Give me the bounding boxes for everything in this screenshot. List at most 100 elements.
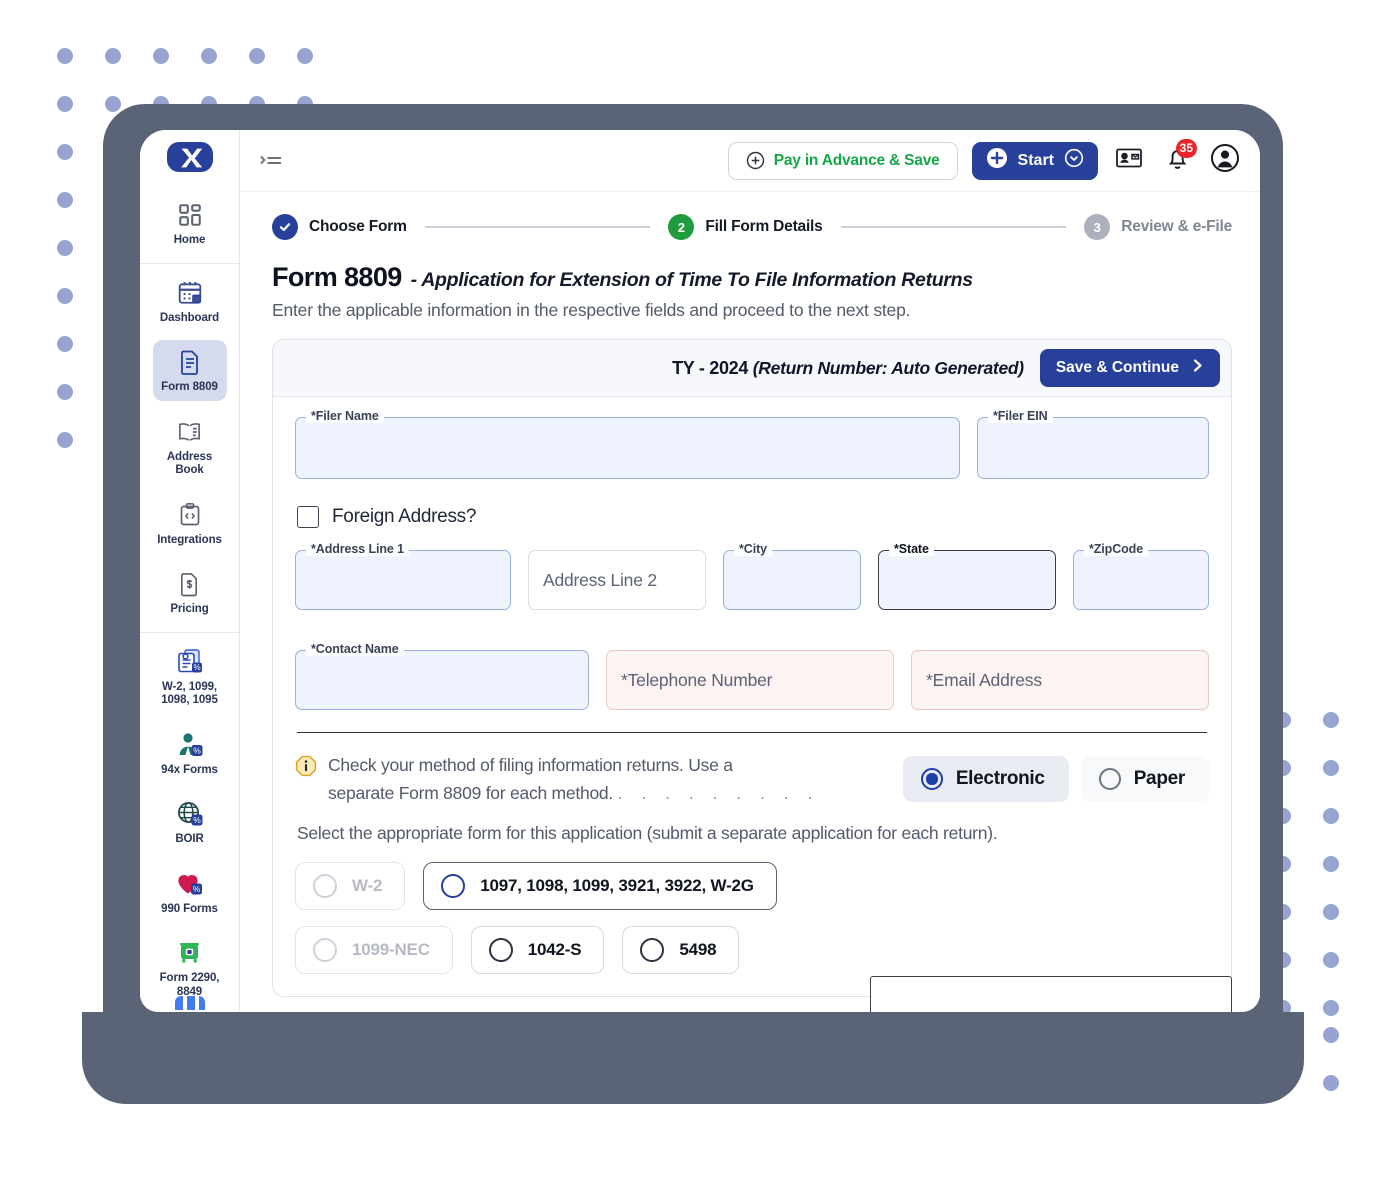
form-option-w2[interactable]: W-2 (295, 862, 406, 910)
telephone-number-field[interactable]: *Telephone Number (606, 650, 894, 710)
radio-paper-icon (1098, 768, 1121, 790)
svg-text:%: % (193, 663, 200, 672)
plus-filled-icon (986, 147, 1008, 174)
sidebar-item-label: W-2, 1099, 1098, 1095 (161, 680, 218, 707)
sidebar-item-address-book[interactable]: Address Book (153, 410, 227, 484)
section-divider (297, 732, 1207, 733)
step-choose-form[interactable]: Choose Form (272, 214, 407, 240)
calendar-tax-icon: % (177, 278, 203, 308)
sidebar-item-94x-forms[interactable]: % 94x Forms (153, 723, 227, 784)
form-selection-instruction: Select the appropriate form for this app… (297, 823, 998, 843)
sidebar-item-form-2290-8849[interactable]: Form 2290, 8849 (153, 931, 227, 1005)
sidebar-item-form-8809[interactable]: Form 8809 (152, 340, 227, 401)
foreign-address-checkbox[interactable] (297, 506, 319, 528)
step-badge-done (272, 214, 298, 240)
info-icon (295, 755, 317, 807)
foreign-address-row[interactable]: Foreign Address? (297, 506, 1209, 528)
sidebar-item-w2-1099-1098-1095[interactable]: % W-2, 1099, 1098, 1095 (153, 640, 227, 714)
city-label: *City (734, 542, 772, 556)
contact-name-field[interactable]: *Contact Name (295, 642, 589, 710)
form-option-label: 1099-NEC (352, 940, 430, 959)
menu-collapse-icon[interactable] (258, 148, 284, 174)
address-line-1-field[interactable]: *Address Line 1 (295, 542, 511, 610)
form-card: TY - 2024 (Return Number: Auto Generated… (272, 339, 1232, 997)
account-button[interactable] (1208, 144, 1242, 178)
svg-text:%: % (193, 294, 200, 303)
step-connector (424, 226, 651, 228)
filing-method-row: Check your method of filing information … (295, 751, 1209, 807)
step-badge-todo: 3 (1084, 214, 1111, 240)
notifications-button[interactable]: 35 (1160, 138, 1197, 178)
address-line-2-field[interactable]: Address Line 2 (528, 550, 706, 610)
address-row: *Address Line 1 Address Line 2 *City *St… (295, 542, 1209, 610)
sidebar-item-990-forms[interactable]: % 990 Forms (153, 862, 227, 923)
pay-in-advance-button[interactable]: Pay in Advance & Save (727, 141, 958, 180)
filing-method-electronic[interactable]: Electronic (902, 756, 1069, 802)
sidebar-item-label: Dashboard (159, 311, 220, 324)
radio-w2-icon (313, 874, 337, 898)
sidebar-item-pricing[interactable]: Pricing (153, 562, 227, 623)
contact-name-label: *Contact Name (306, 642, 404, 656)
address-line-1-label: *Address Line 1 (306, 542, 409, 556)
page-subtitle: - Application for Extension of Time To F… (410, 269, 973, 291)
form-option-label: 1042-S (527, 940, 582, 959)
start-button[interactable]: Start (971, 141, 1098, 180)
sidebar-item-integrations[interactable]: Integrations (153, 493, 227, 554)
state-field[interactable]: *State (878, 542, 1056, 610)
radio-1099nec-icon (313, 938, 337, 962)
sidebar: Home % Dashboard Form 8809 Address Book … (140, 130, 240, 1012)
form-option-label: W-2 (352, 876, 383, 895)
person-tax-icon: % (176, 730, 204, 760)
foreign-address-label: Foreign Address? (332, 506, 477, 527)
filer-row: *Filer Name *Filer EIN (295, 409, 1209, 479)
zipcode-field[interactable]: *ZipCode (1073, 542, 1209, 610)
truncated-input-field[interactable] (870, 976, 1232, 1012)
truck-tax-icon (176, 938, 204, 968)
step-connector (840, 226, 1067, 228)
form-card-body: *Filer Name *Filer EIN Foreign Address? (273, 397, 1231, 996)
notification-badge: 35 (1175, 138, 1197, 158)
screenshot-root: Home % Dashboard Form 8809 Address Book … (0, 0, 1373, 1185)
step-label: Review & e-File (1121, 218, 1233, 235)
radio-5498-icon (640, 938, 665, 962)
email-address-field[interactable]: *Email Address (911, 650, 1209, 710)
address-book-icon (176, 417, 203, 447)
sidebar-item-truncated (140, 996, 239, 1010)
step-label: Fill Form Details (705, 218, 823, 235)
sidebar-item-dashboard[interactable]: % Dashboard (153, 271, 227, 332)
form-option-5498[interactable]: 5498 (622, 926, 740, 974)
document-icon (178, 347, 202, 377)
radio-1097-group-icon (441, 874, 466, 898)
pay-in-advance-label: Pay in Advance & Save (773, 151, 940, 169)
filing-method-text: Check your method of filing information … (328, 751, 819, 807)
contact-card-button[interactable] (1112, 144, 1146, 178)
form-option-1042-s[interactable]: 1042-S (470, 926, 605, 974)
filing-method-electronic-label: Electronic (955, 768, 1045, 789)
filing-method-paper[interactable]: Paper (1080, 756, 1209, 802)
plus-circle-icon (746, 151, 765, 170)
zipcode-label: *ZipCode (1084, 542, 1149, 556)
step-fill-form-details[interactable]: 2 Fill Form Details (668, 214, 823, 240)
form-option-1099-nec[interactable]: 1099-NEC (295, 926, 453, 974)
grid-dashboard-icon (177, 200, 203, 230)
start-label: Start (1017, 151, 1054, 169)
sidebar-item-label: 990 Forms (161, 902, 218, 915)
form-option-1097-1098-1099-3921-3922-w2g[interactable]: 1097, 1098, 1099, 3921, 3922, W-2G (423, 862, 777, 910)
filer-name-field[interactable]: *Filer Name (295, 409, 960, 479)
contact-card-icon (1115, 146, 1143, 175)
page-title: Form 8809 (272, 262, 402, 292)
filing-method-paper-label: Paper (1133, 768, 1186, 789)
device-frame-shelf (82, 1012, 1304, 1104)
filer-ein-field[interactable]: *Filer EIN (977, 409, 1209, 479)
sidebar-item-label: Address Book (166, 450, 213, 477)
city-field[interactable]: *City (723, 542, 861, 610)
save-and-continue-button[interactable]: Save & Continue (1039, 349, 1220, 387)
chevron-right-icon (1191, 357, 1206, 379)
step-badge-current: 2 (668, 214, 695, 240)
form-option-label: 1097, 1098, 1099, 3921, 3922, W-2G (480, 876, 754, 895)
sidebar-item-boir[interactable]: % BOIR (153, 792, 227, 853)
step-review-efile[interactable]: 3 Review & e-File (1084, 214, 1232, 240)
brand-logo[interactable] (166, 142, 213, 172)
main-area: Pay in Advance & Save Start 35 Choose Fo… (240, 130, 1260, 1012)
sidebar-item-home[interactable]: Home (153, 193, 227, 254)
